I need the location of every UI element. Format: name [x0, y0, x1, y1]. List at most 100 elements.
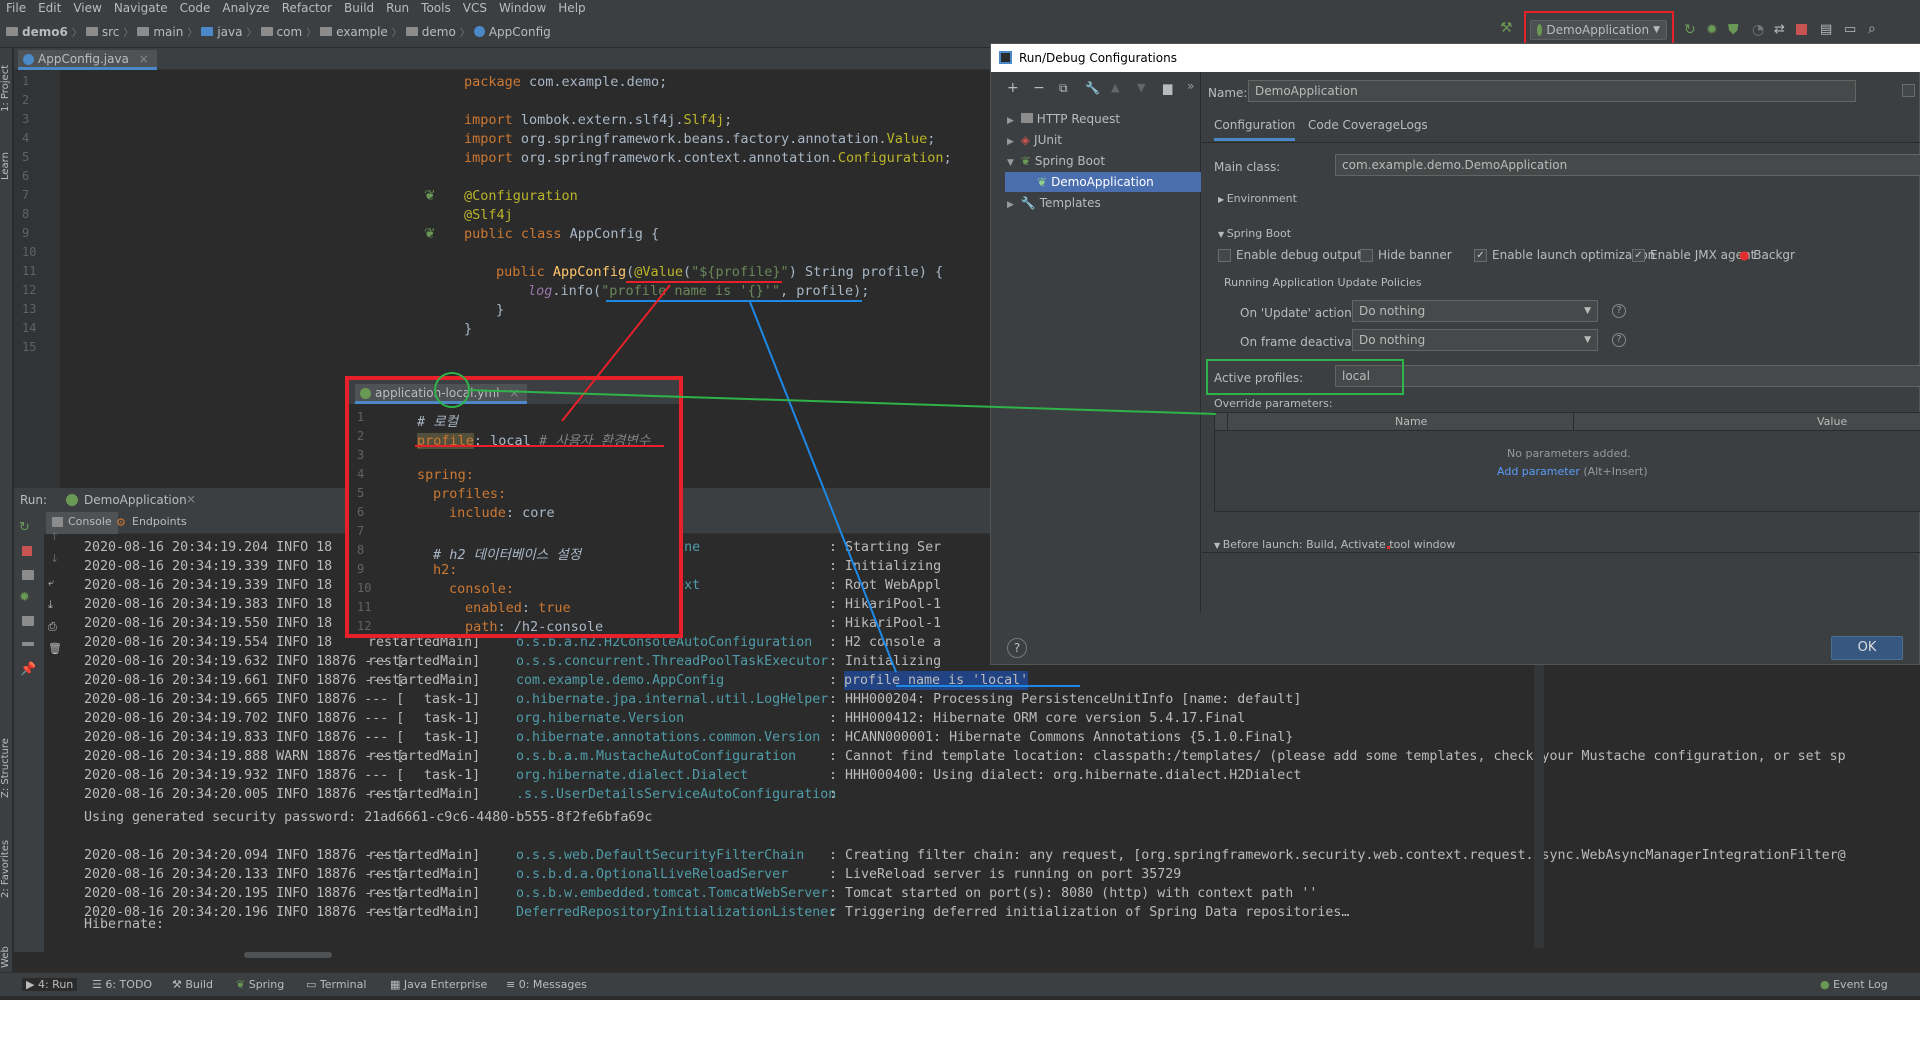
menu-analyze[interactable]: Analyze — [216, 0, 275, 16]
before-launch-section[interactable]: ▼ Before launch: Build, Activate tool wi… — [1214, 538, 1455, 551]
debug-icon[interactable]: ✹ — [19, 590, 30, 605]
breadcrumb-java[interactable]: java — [217, 25, 242, 39]
close-icon[interactable]: × — [509, 386, 519, 400]
checkbox-hide-banner[interactable]: Hide banner — [1360, 248, 1452, 262]
move-up-icon[interactable]: ▲ — [1111, 81, 1119, 94]
help-icon[interactable]: ? — [1612, 304, 1626, 318]
stop-icon[interactable] — [22, 546, 32, 556]
tab-application-local-yml[interactable]: application-local.yml × — [355, 384, 528, 404]
debug-icon[interactable]: ✹ — [1706, 22, 1718, 38]
log-logger[interactable]: com.example.demo.AppConfig — [516, 671, 724, 690]
bottom-tab-spring[interactable]: ❦ Spring — [236, 978, 284, 991]
breadcrumb-demo6[interactable]: demo6 — [22, 25, 68, 39]
pin-icon[interactable]: 📌 — [20, 662, 36, 677]
bottom-tab-run[interactable]: ▶ 4: Run — [22, 978, 78, 991]
tree-item-junit[interactable]: ▶ ◈ JUnit — [1007, 133, 1062, 147]
help-button[interactable]: ? — [1007, 638, 1027, 658]
on-update-select[interactable]: Do nothing ▼ — [1352, 300, 1598, 322]
checkbox-enable-jmx-agent[interactable]: ✓ Enable JMX agent — [1632, 248, 1755, 262]
camera-icon[interactable] — [22, 570, 34, 580]
spring-bean-icon[interactable]: ❦ — [424, 226, 436, 242]
layout-icon[interactable] — [22, 642, 34, 646]
tab-code-coverage[interactable]: Code Coverage — [1308, 118, 1400, 132]
main-class-input[interactable]: com.example.demo.DemoApplication — [1335, 154, 1920, 176]
search-icon[interactable]: ⌕ — [1868, 21, 1876, 37]
horizontal-scrollbar[interactable] — [244, 952, 332, 958]
background-compilation-warning[interactable]: ● Backgr — [1739, 248, 1795, 262]
menu-help[interactable]: Help — [552, 0, 591, 16]
tool-web[interactable]: Web — [0, 928, 12, 968]
column-name[interactable]: Name — [1395, 415, 1427, 428]
layout-icon[interactable]: ▭ — [1844, 22, 1856, 37]
spring-bean-icon[interactable]: ❦ — [424, 188, 436, 204]
log-logger[interactable]: DeferredRepositoryInitializationListener — [516, 903, 836, 922]
bottom-tab-build[interactable]: ⚒ Build — [172, 978, 213, 991]
share-checkbox[interactable] — [1902, 84, 1915, 97]
menu-refactor[interactable]: Refactor — [276, 0, 338, 16]
tree-item-spring-boot[interactable]: ▼ ❦ Spring Boot — [1007, 154, 1105, 168]
breadcrumb-com[interactable]: com — [277, 25, 303, 39]
rerun-icon[interactable]: ↻ — [1684, 22, 1696, 38]
menu-navigate[interactable]: Navigate — [108, 0, 174, 16]
spring-boot-section[interactable]: ▼ Spring Boot — [1218, 227, 1291, 240]
scroll-end-icon[interactable]: ⤓ — [48, 598, 53, 612]
rerun-icon[interactable]: ↻ — [19, 520, 30, 535]
checkbox-enable-debug-output[interactable]: Enable debug output — [1218, 248, 1362, 262]
bottom-tab-terminal[interactable]: ▭ Terminal — [306, 978, 366, 991]
breadcrumb-src[interactable]: src — [102, 25, 120, 39]
menu-edit[interactable]: Edit — [32, 0, 67, 16]
log-logger[interactable]: o.s.b.a.m.MustacheAutoConfiguration — [516, 747, 796, 766]
tool-project[interactable]: 1: Project — [0, 52, 12, 112]
log-logger[interactable]: org.hibernate.dialect.Dialect — [516, 766, 748, 785]
remove-icon[interactable]: − — [1033, 80, 1045, 96]
ok-button[interactable]: OK — [1831, 636, 1903, 660]
bottom-tab-java-enterprise[interactable]: ▦ Java Enterprise — [390, 978, 487, 991]
log-logger[interactable]: o.s.s.concurrent.ThreadPoolTaskExecutor — [516, 652, 828, 671]
breadcrumb-appconfig[interactable]: AppConfig — [489, 25, 551, 39]
run-config-tab[interactable]: DemoApplication — [84, 493, 187, 507]
menu-window[interactable]: Window — [493, 0, 552, 16]
on-frame-deactivation-select[interactable]: Do nothing ▼ — [1352, 329, 1598, 351]
menu-file[interactable]: File — [0, 0, 32, 16]
tab-configuration[interactable]: Configuration — [1214, 118, 1296, 141]
exit-icon[interactable] — [22, 616, 34, 626]
menu-vcs[interactable]: VCS — [457, 0, 493, 16]
menu-view[interactable]: View — [67, 0, 107, 16]
breadcrumb-main[interactable]: main — [153, 25, 183, 39]
log-logger[interactable]: o.s.s.web.DefaultSecurityFilterChain — [516, 846, 804, 865]
log-logger[interactable]: o.hibernate.annotations.common.Version — [516, 728, 820, 747]
override-parameters-table[interactable]: Name Value No parameters added. Add para… — [1214, 412, 1920, 512]
menu-run[interactable]: Run — [380, 0, 415, 16]
log-logger[interactable]: o.s.b.w.embedded.tomcat.TomcatWebServer — [516, 884, 828, 903]
move-down-icon[interactable]: ▼ — [1137, 81, 1145, 94]
active-profiles-input[interactable]: local — [1335, 365, 1920, 387]
menu-build[interactable]: Build — [338, 0, 380, 16]
close-icon[interactable]: × — [186, 492, 196, 506]
more-icon[interactable]: » — [1187, 79, 1194, 93]
coverage-icon[interactable]: ⛊ — [1728, 22, 1739, 38]
add-parameter-link[interactable]: Add parameter (Alt+Insert) — [1497, 465, 1648, 478]
log-logger[interactable]: o.s.b.d.a.OptionalLiveReloadServer — [516, 865, 788, 884]
print-icon[interactable]: ⎙ — [48, 620, 57, 634]
breadcrumb-demo[interactable]: demo — [422, 25, 456, 39]
project-structure-icon[interactable]: ▤ — [1820, 22, 1832, 37]
stop-icon[interactable] — [1796, 24, 1807, 35]
profiler-icon[interactable]: ◔ — [1752, 22, 1764, 38]
tree-item-http-request[interactable]: ▶ HTTP Request — [1007, 112, 1120, 126]
wrench-icon[interactable]: 🔧 — [1085, 81, 1100, 95]
build-hammer-icon[interactable]: ⚒ — [1500, 20, 1514, 36]
tree-item-templates[interactable]: ▶ 🔧 Templates — [1007, 196, 1101, 210]
log-logger[interactable]: org.hibernate.Version — [516, 709, 684, 728]
tool-structure[interactable]: Z: Structure — [0, 728, 12, 798]
tab-appconfig-java[interactable]: AppConfig.java × — [18, 50, 157, 70]
log-logger[interactable]: .s.s.UserDetailsServiceAutoConfiguration — [516, 785, 836, 804]
help-icon[interactable]: ? — [1612, 333, 1626, 347]
add-icon[interactable]: + — [1007, 80, 1019, 96]
environment-section[interactable]: ▶ Environment — [1218, 192, 1297, 205]
trash-icon[interactable]: 🗑 — [48, 642, 62, 655]
menu-code[interactable]: Code — [174, 0, 217, 16]
reload-icon[interactable]: ⇄ — [1774, 22, 1785, 37]
tab-logs[interactable]: Logs — [1400, 118, 1428, 132]
close-icon[interactable]: × — [139, 52, 149, 66]
bottom-tab-messages[interactable]: ≡ 0: Messages — [506, 978, 587, 991]
